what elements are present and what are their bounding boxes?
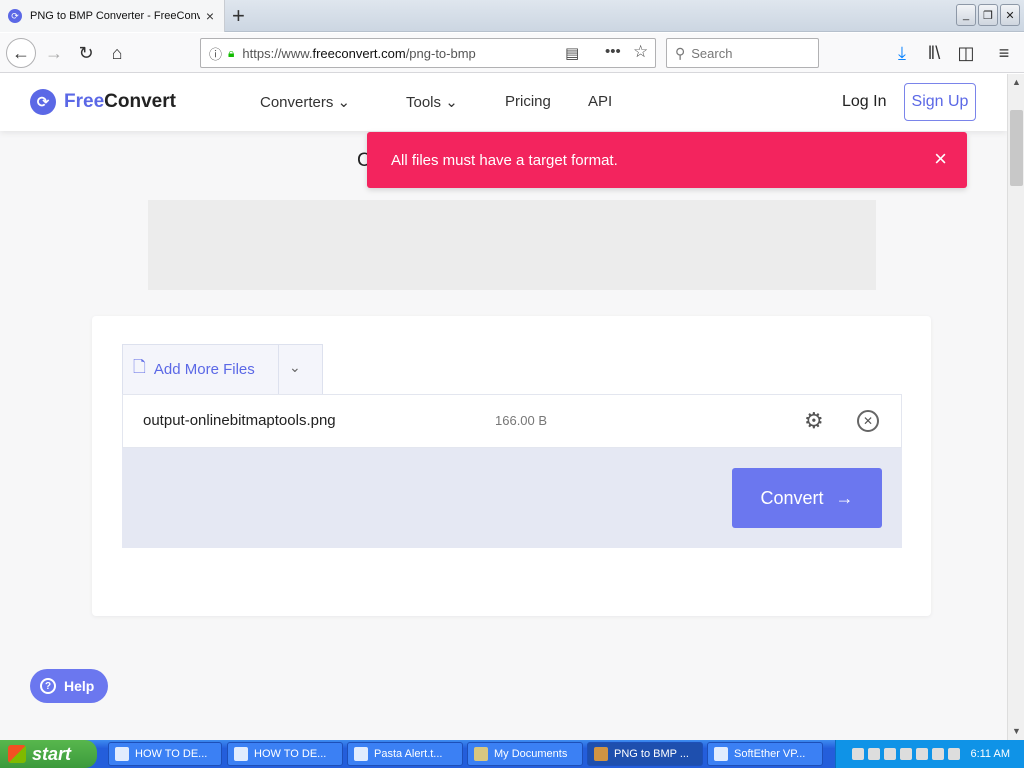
- error-toast: All files must have a target format. ×: [367, 132, 967, 188]
- help-icon: ?: [40, 678, 56, 694]
- page-scrollbar[interactable]: ▲ ▼: [1007, 74, 1024, 740]
- nav-tools[interactable]: Tools ⌄: [406, 93, 458, 111]
- browser-tab-bar: ⟳ PNG to BMP Converter - FreeConvert × +…: [0, 0, 1024, 32]
- network-icon[interactable]: [884, 748, 897, 760]
- logo-free-text: Free: [64, 91, 105, 112]
- file-name: output-onlinebitmaptools.png: [143, 412, 336, 429]
- login-link[interactable]: Log In: [842, 93, 886, 111]
- volume-icon[interactable]: [916, 748, 929, 760]
- tab-close-icon[interactable]: ×: [206, 8, 214, 24]
- ad-placeholder: [148, 200, 876, 290]
- library-icon[interactable]: ‖\: [920, 39, 948, 67]
- system-tray: 6:11 AM: [835, 740, 1024, 768]
- taskbar-item-active[interactable]: PNG to BMP ...: [587, 742, 703, 766]
- tray-chevron-icon[interactable]: [868, 748, 881, 760]
- chevron-down-icon: ⌄: [445, 94, 458, 111]
- taskbar-item[interactable]: HOW TO DE...: [108, 742, 222, 766]
- menu-hamburger-icon[interactable]: ≡: [990, 39, 1018, 67]
- toast-message: All files must have a target format.: [391, 151, 618, 169]
- power-icon[interactable]: [932, 748, 945, 760]
- forward-arrow-icon[interactable]: →: [40, 39, 68, 67]
- add-more-files-button[interactable]: 🗋︎ Add More Files ⌄: [122, 344, 323, 395]
- toast-close-icon[interactable]: ×: [934, 146, 947, 172]
- site-header: ⟳ FreeConvert Converters ⌄ Tools ⌄ Prici…: [0, 74, 1007, 131]
- nav-pricing[interactable]: Pricing: [505, 93, 551, 110]
- browser-nav-bar: ← → ↻ ⌂ ⓘ 🔒︎ https://www.freeconvert.com…: [0, 33, 1024, 73]
- firefox-icon: [594, 747, 608, 761]
- address-bar[interactable]: ⓘ 🔒︎ https://www.freeconvert.com/png-to-…: [200, 38, 656, 68]
- nav-api[interactable]: API: [588, 93, 612, 110]
- convert-button[interactable]: Convert →: [732, 468, 882, 528]
- minimize-icon[interactable]: _: [956, 4, 976, 26]
- start-button[interactable]: start: [0, 740, 97, 768]
- restore-icon[interactable]: ❐: [978, 4, 998, 26]
- add-more-files-label: Add More Files: [153, 361, 255, 378]
- lock-icon: 🔒︎: [228, 45, 235, 60]
- window-close-icon[interactable]: ✕: [1000, 4, 1020, 26]
- convert-action-bar: Convert →: [122, 448, 902, 548]
- logo-convert-text: Convert: [104, 91, 176, 112]
- taskbar-item[interactable]: Pasta Alert.t...: [347, 742, 463, 766]
- downloads-icon[interactable]: ⤓: [888, 39, 916, 67]
- taskbar-item[interactable]: SoftEther VP...: [707, 742, 823, 766]
- page-content: ⟳ FreeConvert Converters ⌄ Tools ⌄ Prici…: [0, 74, 1007, 740]
- reader-view-icon[interactable]: ▤: [565, 44, 579, 62]
- reload-icon[interactable]: ↻: [72, 39, 100, 67]
- security-icon[interactable]: [900, 748, 913, 760]
- sidebar-icon[interactable]: ◫: [952, 39, 980, 67]
- tab-title: PNG to BMP Converter - FreeConvert: [30, 10, 200, 22]
- notepad-icon: [354, 747, 368, 761]
- word-doc-icon: [115, 747, 129, 761]
- browser-tab[interactable]: ⟳ PNG to BMP Converter - FreeConvert ×: [0, 0, 225, 32]
- home-icon[interactable]: ⌂: [103, 39, 131, 67]
- signup-button[interactable]: Sign Up: [904, 83, 976, 121]
- vpn-icon[interactable]: [948, 748, 961, 760]
- gear-icon[interactable]: ⚙: [804, 408, 824, 434]
- help-button[interactable]: ? Help: [30, 669, 108, 703]
- new-tab-button[interactable]: +: [232, 3, 245, 29]
- nav-converters[interactable]: Converters ⌄: [260, 93, 350, 111]
- logo-icon: ⟳: [30, 89, 56, 115]
- clock[interactable]: 6:11 AM: [970, 748, 1010, 760]
- chevron-down-icon: ⌄: [337, 94, 351, 111]
- search-icon: ⚲: [675, 44, 686, 61]
- word-doc-icon: [234, 747, 248, 761]
- taskbar-item[interactable]: My Documents: [467, 742, 583, 766]
- scroll-up-icon[interactable]: ▲: [1008, 74, 1024, 91]
- softether-icon: [714, 747, 728, 761]
- taskbar: start HOW TO DE... HOW TO DE... Pasta Al…: [0, 740, 1024, 768]
- back-arrow-icon[interactable]: ←: [6, 38, 36, 68]
- folder-icon: [474, 747, 488, 761]
- search-input[interactable]: ⚲ Search: [666, 38, 819, 68]
- info-icon[interactable]: ⓘ: [209, 44, 222, 63]
- url-text: https://www.freeconvert.com/png-to-bmp: [242, 45, 476, 61]
- search-placeholder: Search: [691, 45, 733, 61]
- add-file-icon: 🗋︎: [133, 359, 146, 376]
- upload-card: 🗋︎ Add More Files ⌄ output-onlinebitmapt…: [92, 316, 931, 616]
- scroll-thumb[interactable]: [1010, 110, 1023, 186]
- keyboard-icon[interactable]: [852, 748, 865, 760]
- arrow-right-icon: →: [835, 487, 854, 508]
- windows-flag-icon: [8, 745, 26, 763]
- site-favicon-icon: ⟳: [8, 9, 22, 23]
- page-actions-icon[interactable]: •••: [605, 43, 621, 60]
- file-size: 166.00 B: [495, 413, 548, 428]
- chevron-down-icon[interactable]: ⌄: [289, 359, 301, 376]
- scroll-down-icon[interactable]: ▼: [1008, 723, 1024, 740]
- remove-file-icon[interactable]: ✕: [857, 410, 879, 432]
- file-row: output-onlinebitmaptools.png 166.00 B ⚙ …: [122, 394, 902, 448]
- taskbar-item[interactable]: HOW TO DE...: [227, 742, 343, 766]
- site-logo[interactable]: ⟳ FreeConvert: [30, 89, 176, 115]
- bookmark-star-icon[interactable]: ☆: [633, 42, 648, 62]
